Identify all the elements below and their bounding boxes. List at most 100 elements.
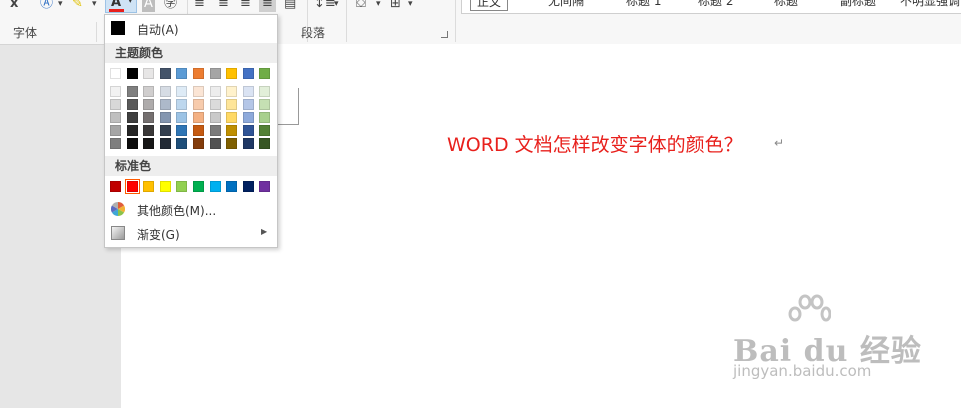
align-left-icon[interactable]: ≡ — [194, 0, 205, 12]
standard-color-swatch[interactable] — [226, 181, 237, 192]
theme-color-shade-swatch[interactable] — [110, 99, 121, 110]
theme-color-shade-swatch[interactable] — [127, 125, 138, 136]
theme-color-shade-swatch[interactable] — [259, 138, 270, 149]
standard-color-swatch[interactable] — [160, 181, 171, 192]
theme-color-shade-swatch[interactable] — [143, 138, 154, 149]
style-no-spacing[interactable]: 无间隔 — [548, 0, 584, 9]
style-title[interactable]: 标题 — [774, 0, 798, 9]
theme-color-shade-swatch[interactable] — [193, 125, 204, 136]
style-heading-2[interactable]: 标题 2 — [698, 0, 733, 9]
theme-color-shade-swatch[interactable] — [259, 86, 270, 97]
standard-color-swatch[interactable] — [176, 181, 187, 192]
theme-color-shade-swatch[interactable] — [127, 112, 138, 123]
theme-color-shade-swatch[interactable] — [259, 125, 270, 136]
theme-color-shade-swatch[interactable] — [226, 86, 237, 97]
theme-color-shade-swatch[interactable] — [243, 125, 254, 136]
theme-color-shade-swatch[interactable] — [243, 138, 254, 149]
theme-color-shade-swatch[interactable] — [226, 99, 237, 110]
clear-format-icon[interactable]: x — [10, 0, 18, 12]
theme-color-shade-swatch[interactable] — [110, 138, 121, 149]
line-spacing-dropdown-icon[interactable]: ▾ — [334, 0, 339, 12]
highlight-icon[interactable]: ✎ — [72, 0, 83, 12]
theme-color-shade-swatch[interactable] — [143, 99, 154, 110]
theme-color-shade-swatch[interactable] — [127, 138, 138, 149]
theme-color-shade-swatch[interactable] — [176, 138, 187, 149]
theme-color-swatch[interactable] — [226, 68, 237, 79]
theme-color-shade-swatch[interactable] — [243, 86, 254, 97]
paragraph-dialog-launcher-icon[interactable] — [441, 31, 448, 38]
theme-color-shade-swatch[interactable] — [259, 112, 270, 123]
align-right-icon[interactable]: ≡ — [240, 0, 251, 12]
enclose-char-icon[interactable]: ㊫ — [164, 0, 177, 12]
style-subtitle[interactable]: 副标题 — [840, 0, 876, 9]
theme-color-shade-swatch[interactable] — [210, 125, 221, 136]
theme-color-shade-swatch[interactable] — [193, 138, 204, 149]
theme-color-swatch[interactable] — [176, 68, 187, 79]
standard-color-swatch[interactable] — [143, 181, 154, 192]
theme-color-swatch[interactable] — [160, 68, 171, 79]
theme-color-shade-swatch[interactable] — [226, 138, 237, 149]
theme-color-swatch[interactable] — [193, 68, 204, 79]
theme-color-shade-swatch[interactable] — [176, 99, 187, 110]
shading-dropdown-icon[interactable]: ▾ — [376, 0, 381, 12]
theme-color-shade-swatch[interactable] — [110, 112, 121, 123]
line-spacing-icon[interactable]: ↕≡ — [314, 0, 336, 12]
font-color-button[interactable]: A ▾ — [105, 0, 137, 13]
theme-color-swatch[interactable] — [127, 68, 138, 79]
document-text[interactable]: WORD 文档怎样改变字体的颜色？ — [447, 130, 743, 157]
text-effect-icon[interactable]: Ⓐ — [40, 0, 53, 12]
theme-color-shade-swatch[interactable] — [160, 138, 171, 149]
text-effect-dropdown-icon[interactable]: ▾ — [58, 0, 63, 12]
theme-color-shade-swatch[interactable] — [243, 112, 254, 123]
standard-color-swatch[interactable] — [110, 181, 121, 192]
theme-color-shade-swatch[interactable] — [176, 86, 187, 97]
theme-color-shade-swatch[interactable] — [143, 125, 154, 136]
theme-color-shade-swatch[interactable] — [127, 99, 138, 110]
distributed-icon[interactable]: ▤ — [284, 0, 296, 12]
theme-color-shade-swatch[interactable] — [210, 99, 221, 110]
theme-color-shade-swatch[interactable] — [210, 138, 221, 149]
standard-color-swatch[interactable] — [210, 181, 221, 192]
theme-color-shade-swatch[interactable] — [110, 86, 121, 97]
theme-color-shade-swatch[interactable] — [226, 125, 237, 136]
style-normal[interactable]: 正文 — [470, 0, 509, 11]
align-center-icon[interactable]: ≡ — [218, 0, 229, 12]
theme-color-swatch[interactable] — [210, 68, 221, 79]
auto-color-item[interactable]: 自动(A) — [105, 18, 277, 40]
theme-color-shade-swatch[interactable] — [110, 125, 121, 136]
theme-color-shade-swatch[interactable] — [127, 86, 138, 97]
style-subtle-emphasis[interactable]: 不明显强调 — [900, 0, 960, 9]
standard-color-swatch[interactable] — [193, 181, 204, 192]
theme-color-shade-swatch[interactable] — [160, 99, 171, 110]
gradient-item[interactable]: 渐变(G) ▶ — [105, 223, 277, 245]
theme-color-shade-swatch[interactable] — [160, 86, 171, 97]
theme-color-shade-swatch[interactable] — [160, 112, 171, 123]
theme-color-shade-swatch[interactable] — [226, 112, 237, 123]
more-colors-item[interactable]: 其他颜色(M)... — [105, 199, 277, 221]
theme-color-shade-swatch[interactable] — [193, 112, 204, 123]
theme-color-swatch[interactable] — [143, 68, 154, 79]
theme-color-swatch[interactable] — [243, 68, 254, 79]
theme-color-shade-swatch[interactable] — [259, 99, 270, 110]
borders-dropdown-icon[interactable]: ▾ — [408, 0, 413, 12]
borders-icon[interactable]: ⊞ — [390, 0, 401, 12]
shading-icon[interactable]: ⛋ — [356, 0, 366, 12]
standard-color-swatch[interactable] — [259, 181, 270, 192]
theme-color-shade-swatch[interactable] — [143, 86, 154, 97]
theme-color-swatch[interactable] — [110, 68, 121, 79]
theme-color-shade-swatch[interactable] — [176, 125, 187, 136]
char-shading-icon[interactable]: A — [142, 0, 155, 12]
theme-color-shade-swatch[interactable] — [176, 112, 187, 123]
theme-color-shade-swatch[interactable] — [143, 112, 154, 123]
standard-color-swatch[interactable] — [125, 179, 140, 194]
highlight-dropdown-icon[interactable]: ▾ — [92, 0, 97, 12]
theme-color-shade-swatch[interactable] — [243, 99, 254, 110]
theme-color-shade-swatch[interactable] — [210, 112, 221, 123]
justify-icon[interactable]: ≡ — [259, 0, 276, 12]
standard-color-swatch[interactable] — [243, 181, 254, 192]
theme-color-shade-swatch[interactable] — [160, 125, 171, 136]
theme-color-shade-swatch[interactable] — [193, 99, 204, 110]
theme-color-swatch[interactable] — [259, 68, 270, 79]
theme-color-shade-swatch[interactable] — [193, 86, 204, 97]
theme-color-shade-swatch[interactable] — [210, 86, 221, 97]
